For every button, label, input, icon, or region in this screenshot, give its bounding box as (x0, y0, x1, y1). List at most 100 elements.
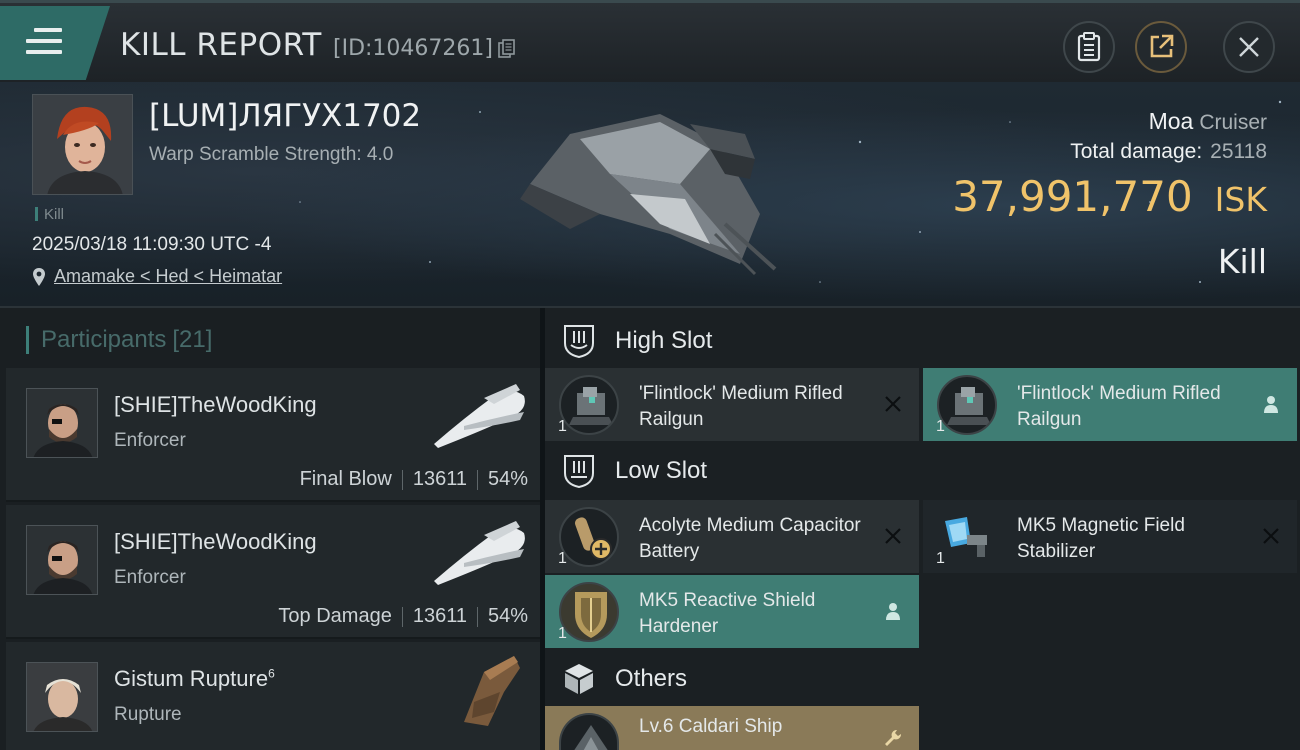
fitting-slot[interactable]: 1 Acolyte Medium Capacitor Battery (545, 500, 919, 573)
shield-hardener-icon (559, 582, 619, 642)
participant-name-text: Gistum Rupture (114, 666, 269, 691)
total-damage-label: Total damage: (1070, 140, 1203, 163)
slot-item-name: Acolyte Medium Capacitor Battery (639, 515, 861, 562)
close-icon (885, 528, 901, 544)
fittings-panel: High Slot 1 'Flintlock' Medium Rifled Ra… (545, 308, 1300, 750)
high-slot-icon (564, 325, 594, 359)
kill-location[interactable]: Amamake < Hed < Heimatar (32, 266, 282, 287)
slot-quantity: 1 (936, 418, 945, 435)
fitting-slot[interactable]: 1 'Flintlock' Medium Rifled Railgun (545, 368, 919, 441)
slot-quantity: 1 (558, 418, 567, 435)
railgun-icon (937, 375, 997, 435)
clipboard-button[interactable] (1063, 21, 1115, 73)
capacitor-battery-icon (559, 507, 619, 567)
participant-role: Top Damage (278, 605, 392, 627)
slot-item-name: Lv.6 Caldari Ship (639, 716, 783, 737)
isk-loss: 37,991,770 ISK (952, 172, 1267, 221)
participant-damage: 13611 (412, 605, 467, 627)
slot-item-name: 'Flintlock' Medium Rifled Railgun (639, 383, 843, 430)
participant-name: [SHIE]TheWoodKing (114, 392, 317, 417)
low-slot-section: Low Slot (545, 442, 1300, 500)
ship-name: Moa (1148, 108, 1194, 134)
others-title: Others (615, 665, 688, 692)
slot-quantity: 1 (558, 625, 567, 642)
rupture-ship-icon (464, 656, 520, 726)
moa-ship-image (520, 114, 777, 276)
share-button[interactable] (1135, 21, 1187, 73)
close-icon (885, 396, 901, 412)
cube-icon (565, 664, 593, 694)
participant-row[interactable]: Gistum Rupture6 Rupture (6, 642, 540, 750)
participant-row[interactable]: [SHIE]TheWoodKing Enforcer Final Blow 13… (6, 368, 540, 502)
title-bar: KILL REPORT [ID:10467261] (0, 0, 1300, 82)
kill-result: Kill (1217, 242, 1267, 281)
hamburger-menu-icon (26, 28, 62, 56)
fitting-slot[interactable]: 1 'Flintlock' Medium Rifled Railgun (923, 368, 1297, 441)
participant-avatar (26, 388, 98, 458)
wrench-icon (885, 729, 902, 746)
isk-unit: ISK (1214, 180, 1267, 219)
person-icon (886, 603, 900, 620)
low-slot-title: Low Slot (615, 457, 708, 484)
participant-row[interactable]: [SHIE]TheWoodKing Enforcer Top Damage 13… (6, 505, 540, 639)
caldari-ship-icon (559, 713, 619, 750)
participant-name: [SHIE]TheWoodKing (114, 529, 317, 554)
kill-datetime: 2025/03/18 11:09:30 UTC -4 (32, 234, 272, 255)
clipboard-icon (1077, 32, 1101, 62)
isk-value: 37,991,770 (952, 172, 1193, 221)
enforcer-ship-icon (434, 384, 525, 448)
high-slot-title: High Slot (615, 327, 713, 354)
share-icon (1150, 34, 1174, 58)
participant-stats: Final Blow 13611 54% (300, 468, 528, 491)
participant-superscript: 6 (268, 666, 275, 681)
kill-tag: Kill (35, 206, 64, 223)
victim-portrait[interactable] (32, 94, 133, 195)
close-icon (1239, 37, 1259, 57)
participant-ship: Rupture (114, 704, 182, 725)
close-icon (1263, 528, 1279, 544)
participant-avatar (26, 662, 98, 732)
slot-quantity: 1 (558, 550, 567, 567)
victim-name[interactable]: [LUM]ЛЯГУХ1702 (149, 98, 421, 134)
participants-header: Participants [21] (26, 326, 212, 354)
magnetic-field-stabilizer-icon (937, 507, 997, 567)
menu-button[interactable] (0, 6, 110, 80)
participant-stats: Top Damage 13611 54% (278, 605, 528, 628)
participants-count: [21] (172, 326, 213, 353)
enforcer-ship-icon (434, 521, 525, 585)
ship-type[interactable]: Moa Cruiser (1149, 108, 1267, 135)
close-button[interactable] (1223, 21, 1275, 73)
slot-item-name: 'Flintlock' Medium Rifled Railgun (1017, 383, 1221, 430)
participant-percent: 54% (487, 605, 528, 627)
location-pin-icon (33, 267, 45, 286)
fitting-slot[interactable]: Lv.6 Caldari Ship (545, 706, 919, 750)
slot-item-name: MK5 Magnetic Field Stabilizer (1017, 515, 1185, 562)
participant-ship: Enforcer (114, 430, 186, 451)
others-section: Others (545, 650, 1300, 708)
participant-damage: 13611 (412, 468, 467, 490)
participant-percent: 54% (487, 468, 528, 490)
slot-item-name: MK5 Reactive Shield Hardener (639, 590, 816, 637)
total-damage-value: 25118 (1210, 140, 1267, 163)
railgun-icon (559, 375, 619, 435)
high-slot-section: High Slot (545, 312, 1300, 370)
ship-class: Cruiser (1199, 111, 1267, 134)
window-title: KILL REPORT (120, 27, 322, 63)
low-slot-icon (564, 455, 594, 489)
fitting-slot[interactable]: 1 MK5 Reactive Shield Hardener (545, 575, 919, 648)
participant-ship: Enforcer (114, 567, 186, 588)
report-id: [ID:10467261] (333, 36, 493, 61)
warp-scramble-strength: Warp Scramble Strength: 4.0 (149, 144, 394, 165)
fitting-slot[interactable]: 1 MK5 Magnetic Field Stabilizer (923, 500, 1297, 573)
person-icon (1264, 396, 1278, 413)
participant-name: Gistum Rupture6 (114, 666, 275, 692)
participants-panel: Participants [21] [SHIE]TheWoodKing Enfo… (0, 308, 540, 750)
total-damage: Total damage: 25118 (1070, 140, 1267, 164)
victim-panel: [LUM]ЛЯГУХ1702 Warp Scramble Strength: 4… (0, 82, 1300, 308)
copy-icon[interactable] (498, 39, 516, 59)
slot-quantity: 1 (936, 550, 945, 567)
location-link[interactable]: Amamake < Hed < Heimatar (54, 266, 282, 287)
participants-label: Participants (41, 326, 167, 353)
participant-role: Final Blow (299, 468, 392, 490)
participant-avatar (26, 525, 98, 595)
